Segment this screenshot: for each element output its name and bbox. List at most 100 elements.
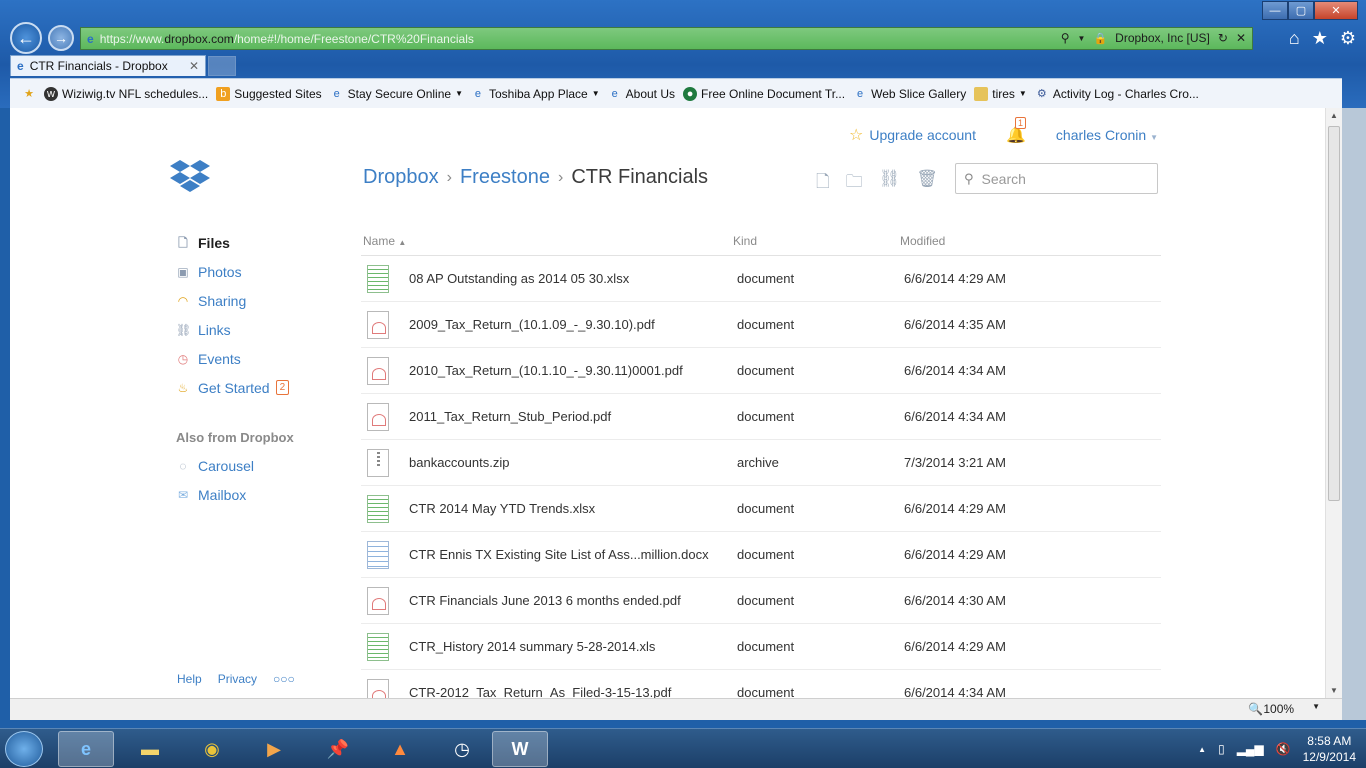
sidebar-item-photos[interactable]: ▣ Photos [176,257,294,286]
tab-ctr-financials[interactable]: e CTR Financials - Dropbox ✕ [10,55,206,76]
favorite-link[interactable]: ⚙ Activity Log - Charles Cro... [1035,87,1199,101]
column-name[interactable]: Name ▲ [361,234,733,248]
page-scrollbar[interactable]: ▲ ▼ [1325,108,1342,698]
user-menu[interactable]: charles Cronin ▼ [1056,127,1158,143]
notifications-bell[interactable]: 🔔 1 [1006,117,1027,145]
new-tab-button[interactable] [208,56,236,76]
taskbar-app[interactable]: ▲ [372,731,428,767]
dropbox-logo[interactable] [170,158,210,194]
file-name[interactable]: 2010_Tax_Return_(10.1.10_-_9.30.11)0001.… [409,363,683,378]
taskbar-word[interactable]: W [492,731,548,767]
forward-button[interactable]: → [48,25,74,51]
table-row[interactable]: CTR 2014 May YTD Trends.xlsx document 6/6/… [361,486,1161,532]
minimize-button[interactable]: — [1262,1,1288,20]
chevron-down-icon[interactable]: ▼ [1078,34,1086,43]
breadcrumb-freestone[interactable]: Freestone [460,166,550,189]
favorite-link[interactable]: w Wiziwig.tv NFL schedules... [44,86,208,101]
favorite-link[interactable]: e Stay Secure Online ▼ [330,87,463,101]
file-name[interactable]: CTR-2012_Tax_Return_As_Filed-3-15-13.pdf [409,685,671,698]
favorites-star-icon[interactable]: ★ [22,87,36,101]
tray-expand-icon[interactable]: ▲ [1198,745,1206,754]
volume-muted-icon[interactable]: 🔇 [1276,742,1291,756]
file-name[interactable]: 2011_Tax_Return_Stub_Period.pdf [409,409,611,424]
table-row[interactable]: 2011_Tax_Return_Stub_Period.pdf document 6… [361,394,1161,440]
certificate-label[interactable]: Dropbox, Inc [US] [1115,31,1210,45]
taskbar-clock[interactable]: 8:58 AM 12/9/2014 [1303,733,1356,765]
chevron-down-icon: ▼ [591,89,600,98]
taskbar-explorer[interactable]: ▬ [122,731,178,767]
search-input[interactable]: ⚲ Search [955,163,1158,194]
sidebar-item-label: Carousel [198,457,255,474]
back-button[interactable]: ← [10,22,42,54]
search-icon[interactable]: ⚲ [1061,31,1070,45]
favorite-link[interactable]: e Toshiba App Place ▼ [471,87,600,101]
sidebar-item-carousel[interactable]: ◌ Carousel [176,451,294,480]
taskbar-clock-app[interactable]: ◷ [434,731,490,767]
start-button[interactable] [5,731,43,767]
scroll-up-icon[interactable]: ▲ [1330,111,1338,120]
battery-icon[interactable]: ▯ [1218,742,1225,756]
close-window-button[interactable]: ✕ [1314,1,1358,20]
file-rows: 08 AP Outstanding as 2014 05 30.xlsx docu… [361,256,1161,698]
column-modified[interactable]: Modified [900,234,1150,248]
upgrade-label: Upgrade account [869,127,976,143]
favorites-star-icon[interactable]: ★ [1312,28,1328,49]
privacy-link[interactable]: Privacy [218,672,257,686]
zoom-control[interactable]: 🔍100% ▼ [1248,702,1320,716]
signal-icon[interactable]: ▂▄▆ [1237,742,1264,756]
file-name[interactable]: 2009_Tax_Return_(10.1.09_-_9.30.10).pdf [409,317,655,332]
file-name[interactable]: CTR 2014 May YTD Trends.xlsx [409,501,595,516]
scroll-down-icon[interactable]: ▼ [1330,686,1338,695]
file-name[interactable]: 08 AP Outstanding as 2014 05 30.xlsx [409,271,629,286]
taskbar-ie[interactable]: e [58,731,114,767]
home-icon[interactable]: ⌂ [1289,28,1300,49]
gear-icon[interactable]: ⚙ [1340,28,1356,49]
share-link-icon[interactable]: ⛓ [879,169,901,198]
table-row[interactable]: CTR Financials June 2013 6 months ended.… [361,578,1161,624]
column-kind[interactable]: Kind [733,234,900,248]
scrollbar-thumb[interactable] [1328,126,1340,501]
table-row[interactable]: 2010_Tax_Return_(10.1.10_-_9.30.11)0001.… [361,348,1161,394]
chevron-right-icon: › [446,168,452,186]
table-row[interactable]: CTR_History 2014 summary 5-28-2014.xls do… [361,624,1161,670]
close-tab-icon[interactable]: ✕ [189,59,199,73]
stop-icon[interactable]: ✕ [1236,31,1246,45]
table-row[interactable]: CTR Ennis TX Existing Site List of Ass..… [361,532,1161,578]
sidebar-item-sharing[interactable]: ◠ Sharing [176,286,294,315]
chevron-down-icon[interactable]: ▼ [1312,702,1320,716]
file-name[interactable]: CTR Ennis TX Existing Site List of Ass..… [409,547,709,562]
favorite-folder[interactable]: tires ▼ [974,86,1027,101]
maximize-button[interactable]: ▢ [1288,1,1314,20]
favorite-link[interactable]: e About Us [608,87,675,101]
sidebar-item-files[interactable]: 🗋 Files [176,228,294,257]
more-menu[interactable]: ○○○ [273,672,295,686]
sidebar-item-mailbox[interactable]: ✉ Mailbox [176,480,294,509]
address-bar[interactable]: e https://www.dropbox.com/home#!/home/Fr… [80,27,1253,50]
table-row[interactable]: CTR-2012_Tax_Return_As_Filed-3-15-13.pdf… [361,670,1161,698]
favorite-link[interactable]: e Web Slice Gallery [853,87,966,101]
sidebar-item-events[interactable]: ◷ Events [176,344,294,373]
refresh-icon[interactable]: ↻ [1218,31,1228,45]
new-file-icon[interactable]: 🗋 [816,169,830,198]
address-url[interactable]: https://www.dropbox.com/home#!/home/Free… [100,32,474,46]
favorite-link[interactable]: ● Free Online Document Tr... [683,86,845,101]
table-row[interactable]: 2009_Tax_Return_(10.1.09_-_9.30.10).pdf d… [361,302,1161,348]
file-name[interactable]: CTR_History 2014 summary 5-28-2014.xls [409,639,655,654]
lock-icon[interactable]: 🔒 [1093,32,1107,45]
upgrade-account-link[interactable]: ☆ Upgrade account [849,125,976,145]
file-name[interactable]: bankaccounts.zip [409,455,509,470]
sidebar-item-get-started[interactable]: ♨ Get Started 2 [176,373,294,402]
table-row[interactable]: bankaccounts.zip archive 7/3/2014 3:21 AM [361,440,1161,486]
new-folder-icon[interactable]: 🗀 [846,169,863,198]
taskbar-pin[interactable]: 📌 [310,731,366,767]
taskbar-chrome[interactable]: ◉ [184,731,240,767]
sidebar-item-links[interactable]: ⛓ Links [176,315,294,344]
favorite-link[interactable]: b Suggested Sites [216,86,322,101]
table-row[interactable]: 08 AP Outstanding as 2014 05 30.xlsx docu… [361,256,1161,302]
taskbar-media[interactable]: ▶ [246,731,302,767]
file-name[interactable]: CTR Financials June 2013 6 months ended.… [409,593,681,608]
favorite-label: Suggested Sites [234,86,322,101]
delete-icon[interactable]: 🗑 [916,169,938,198]
breadcrumb-dropbox[interactable]: Dropbox [363,166,439,189]
help-link[interactable]: Help [177,672,202,686]
